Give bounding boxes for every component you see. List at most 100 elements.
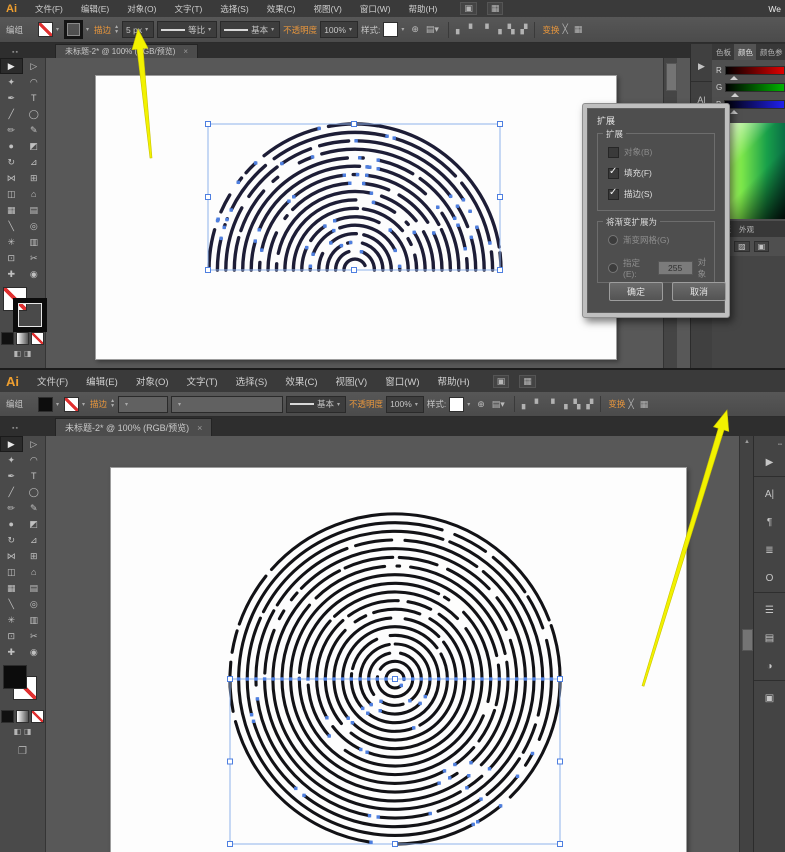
- workspace-label[interactable]: We: [768, 4, 781, 14]
- bridge-icon[interactable]: ▣: [460, 2, 477, 15]
- bridge-icon[interactable]: ▣: [493, 375, 510, 388]
- rotate-tool[interactable]: ↻: [0, 532, 23, 548]
- menu-select[interactable]: 选择(S): [211, 0, 257, 17]
- item-1[interactable]: 外观: [735, 221, 758, 237]
- symbols-panel-icon[interactable]: ▣: [754, 684, 785, 712]
- selection-tool[interactable]: ▶: [0, 436, 23, 452]
- document-tab[interactable]: 未标题-2* @ 100% (RGB/预览) ×: [55, 44, 198, 58]
- stroke-weight-dropdown[interactable]: ▾: [118, 396, 168, 413]
- perspective-grid-tool[interactable]: ⌂: [23, 186, 46, 202]
- column-graph-tool[interactable]: ▥: [23, 234, 46, 250]
- fullscreen-menu-icon[interactable]: ◨: [24, 349, 32, 358]
- blob-brush-tool[interactable]: ●: [0, 516, 23, 532]
- pen-tool[interactable]: ✒: [0, 468, 23, 484]
- isolate-icon[interactable]: ╳: [628, 399, 633, 410]
- align-bottom-icon[interactable]: ▞: [586, 399, 593, 410]
- close-icon[interactable]: ×: [183, 47, 188, 56]
- symbol-sprayer-tool[interactable]: ✳: [0, 234, 23, 250]
- arrange-documents-icon[interactable]: ▦: [519, 375, 536, 388]
- ellipse-tool[interactable]: ◯: [23, 484, 46, 500]
- menu-help[interactable]: 帮助(H): [429, 370, 479, 392]
- align-left-icon[interactable]: ▖: [456, 24, 463, 35]
- style-swatch[interactable]: [449, 397, 464, 412]
- direct-selection-tool[interactable]: ▷: [23, 436, 46, 452]
- blue-slider[interactable]: [724, 100, 785, 109]
- eraser-tool[interactable]: ◩: [23, 516, 46, 532]
- type-tool[interactable]: T: [23, 90, 46, 106]
- document-setup-icon[interactable]: ⊕: [475, 399, 487, 410]
- transform-link[interactable]: 变换: [542, 24, 559, 36]
- stroke-checkbox[interactable]: [608, 189, 619, 200]
- specify-radio[interactable]: [608, 263, 618, 273]
- scrollbar-thumb[interactable]: [742, 629, 753, 651]
- opentype-panel-icon[interactable]: O: [754, 564, 785, 593]
- color-panel-icon[interactable]: ▶: [754, 448, 785, 477]
- blend-tool[interactable]: ◎: [23, 596, 46, 612]
- fill-checkbox-row[interactable]: 填充(F): [608, 167, 652, 179]
- color-button[interactable]: [1, 710, 14, 723]
- opacity-dropdown[interactable]: 100%▾: [320, 21, 358, 38]
- shape-builder-tool[interactable]: ◫: [0, 186, 23, 202]
- fill-color-swatch[interactable]: [3, 665, 27, 689]
- object-checkbox[interactable]: [608, 147, 619, 158]
- magic-wand-tool[interactable]: ✦: [0, 74, 23, 90]
- align-center-icon[interactable]: ▘: [535, 399, 542, 410]
- scale-tool[interactable]: ⊿: [23, 532, 46, 548]
- arrange-icon[interactable]: ▦: [640, 399, 649, 410]
- pen-tool[interactable]: ✒: [0, 90, 23, 106]
- brush-definition-dropdown[interactable]: 基本▾: [220, 21, 280, 38]
- eyedropper-tool[interactable]: ╲: [0, 218, 23, 234]
- free-transform-tool[interactable]: ⊞: [23, 548, 46, 564]
- stroke-checkbox-row[interactable]: 描边(S): [608, 188, 652, 200]
- direct-selection-tool[interactable]: ▷: [23, 58, 46, 74]
- gradient-tool[interactable]: ▤: [23, 202, 46, 218]
- transparency-panel-icon[interactable]: ◑: [754, 652, 785, 681]
- magic-wand-tool[interactable]: ✦: [0, 452, 23, 468]
- fill-checkbox[interactable]: [608, 168, 619, 179]
- object-checkbox-row[interactable]: 对象(B): [608, 146, 652, 158]
- menu-view[interactable]: 视图(V): [327, 370, 377, 392]
- blend-tool[interactable]: ◎: [23, 218, 46, 234]
- mesh-tool[interactable]: ▦: [0, 580, 23, 596]
- width-tool[interactable]: ⋈: [0, 548, 23, 564]
- change-screen-mode-icon[interactable]: ❐: [0, 746, 45, 757]
- color-panel-icon[interactable]: ▶: [691, 52, 712, 82]
- glyphs-panel-icon[interactable]: ≣: [754, 536, 785, 564]
- align-top-icon[interactable]: ▗: [561, 399, 568, 410]
- gradient-mesh-radio-row[interactable]: 渐变网格(G): [608, 234, 669, 246]
- menu-file[interactable]: 文件(F): [28, 370, 77, 392]
- none-button[interactable]: [31, 332, 44, 345]
- tab-色板[interactable]: 色板: [712, 44, 734, 60]
- gradient-button[interactable]: [16, 332, 29, 345]
- stroke-weight-stepper[interactable]: ▲▼: [110, 399, 115, 409]
- pencil-tool[interactable]: ✎: [23, 500, 46, 516]
- none-button[interactable]: [31, 710, 44, 723]
- blob-brush-tool[interactable]: ●: [0, 138, 23, 154]
- selection-tool[interactable]: ▶: [0, 58, 23, 74]
- align-right-icon[interactable]: ▝: [548, 399, 555, 410]
- menu-effect[interactable]: 效果(C): [276, 370, 326, 392]
- artboards-panel-icon[interactable]: ▣: [754, 241, 770, 252]
- menu-type[interactable]: 文字(T): [165, 0, 211, 17]
- fill-swatch[interactable]: [38, 397, 53, 412]
- stroke-weight-stepper[interactable]: ▲▼: [114, 25, 119, 35]
- brush-definition-dropdown[interactable]: 基本▾: [286, 396, 346, 413]
- stroke-link[interactable]: 描边: [90, 398, 107, 410]
- lasso-tool[interactable]: ◠: [23, 74, 46, 90]
- fullscreen-menu-icon[interactable]: ◨: [24, 727, 32, 736]
- document-tab[interactable]: 未标题-2* @ 100% (RGB/预览) ×: [55, 418, 212, 436]
- stroke-weight-dropdown[interactable]: 5 px▾: [122, 21, 154, 38]
- green-slider[interactable]: [725, 83, 785, 92]
- fill-swatch[interactable]: [38, 22, 53, 37]
- ellipse-tool[interactable]: ◯: [23, 106, 46, 122]
- stroke-swatch[interactable]: [64, 20, 83, 39]
- color-button[interactable]: [1, 332, 14, 345]
- hand-tool[interactable]: ✚: [0, 644, 23, 660]
- menu-effect[interactable]: 效果(C): [258, 0, 305, 17]
- width-tool[interactable]: ⋈: [0, 170, 23, 186]
- shape-builder-tool[interactable]: ◫: [0, 564, 23, 580]
- opacity-dropdown[interactable]: 100%▾: [386, 396, 424, 413]
- align-center-icon[interactable]: ▘: [469, 24, 476, 35]
- preset-icon[interactable]: ▤▾: [490, 399, 507, 410]
- arrange-icon[interactable]: ▦: [574, 24, 583, 35]
